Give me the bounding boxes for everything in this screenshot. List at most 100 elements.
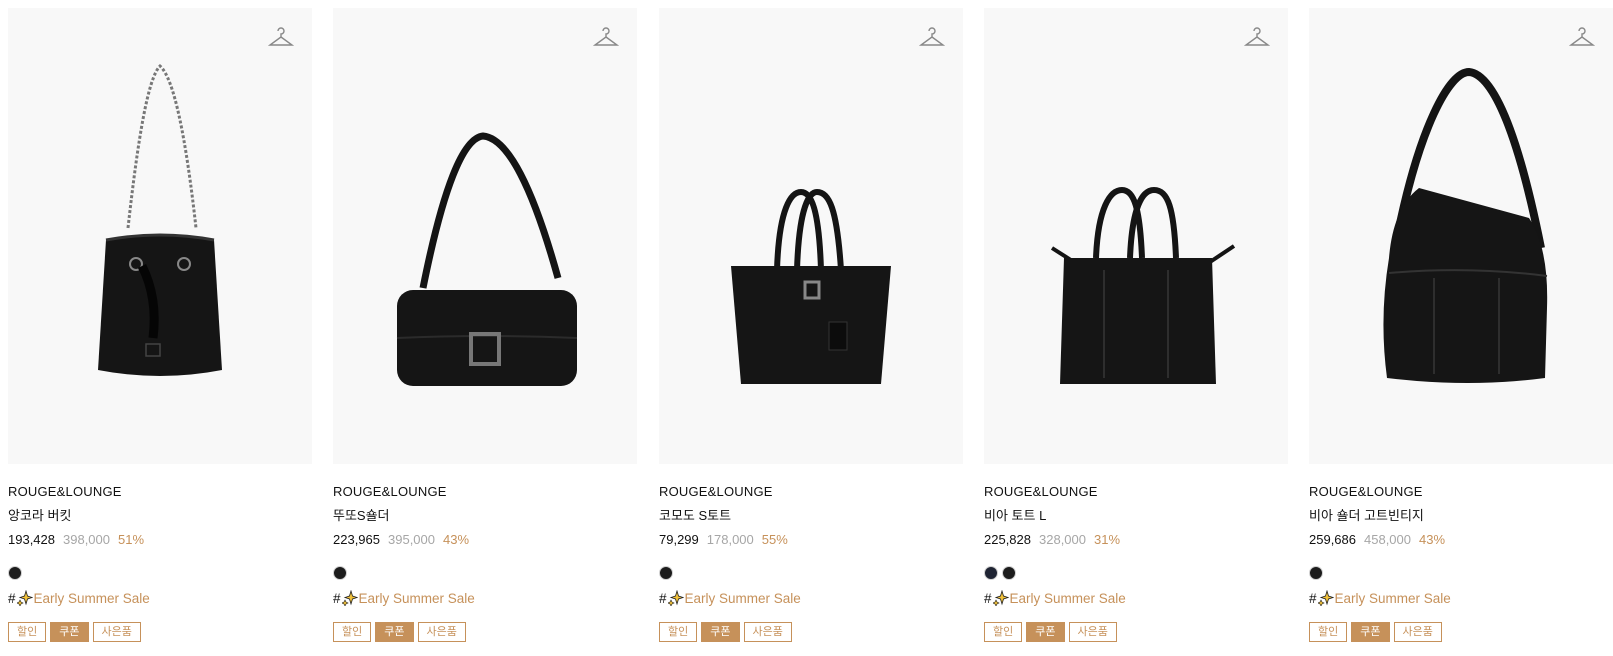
event-tag[interactable]: # Early Summer Sale [1309, 590, 1613, 608]
bucket-bag-image [98, 63, 222, 376]
hanger-icon[interactable] [1244, 24, 1270, 50]
large-tote-bag-image [1050, 186, 1236, 384]
discount-badge: 할인 [8, 622, 47, 642]
product-brand[interactable]: ROUGE&LOUNGE [333, 484, 637, 500]
badge-list: 할인 쿠폰 사은품 [8, 622, 312, 644]
discount-badge: 할인 [984, 622, 1023, 642]
event-label: Early Summer Sale [358, 591, 475, 606]
product-image[interactable] [8, 8, 312, 464]
coupon-badge: 쿠폰 [701, 622, 740, 642]
color-swatch[interactable] [1309, 566, 1323, 580]
color-swatch[interactable] [984, 566, 998, 580]
gift-badge: 사은품 [1393, 622, 1442, 642]
discount-badge: 할인 [659, 622, 698, 642]
color-swatches [8, 566, 312, 582]
product-grid: ROUGE&LOUNGE 앙코라 버킷 193,428 398,000 51% # E… [0, 0, 1613, 656]
coupon-badge: 쿠폰 [1026, 622, 1065, 642]
discount-rate: 55% [761, 532, 788, 547]
product-card[interactable]: ROUGE&LOUNGE 뚜또S숄더 223,965 395,000 43% # Ea… [333, 8, 637, 644]
original-price: 458,000 [1364, 532, 1411, 547]
color-swatch[interactable] [659, 566, 673, 580]
discount-rate: 43% [443, 532, 470, 547]
event-tag[interactable]: # Early Summer Sale [659, 590, 963, 608]
product-image[interactable] [984, 8, 1288, 464]
product-name[interactable]: 뚜또S숄더 [333, 508, 637, 524]
event-tag[interactable]: # Early Summer Sale [333, 590, 637, 608]
product-image[interactable] [659, 8, 963, 464]
sale-price: 259,686 [1309, 532, 1356, 547]
price-row: 225,828 328,000 31% [984, 532, 1288, 548]
hashtag-symbol: # [984, 591, 992, 606]
color-swatch[interactable] [8, 566, 22, 580]
hashtag-symbol: # [333, 591, 341, 606]
color-swatch[interactable] [1002, 566, 1016, 580]
product-brand[interactable]: ROUGE&LOUNGE [984, 484, 1288, 500]
color-swatches [659, 566, 963, 582]
sparkle-icon [992, 590, 1009, 606]
tote-bag-image [731, 188, 891, 384]
color-swatches [333, 566, 637, 582]
hanger-icon[interactable] [919, 24, 945, 50]
product-name[interactable]: 비아 토트 L [984, 508, 1288, 524]
sparkle-icon [341, 590, 358, 606]
color-swatches [1309, 566, 1613, 582]
badge-list: 할인 쿠폰 사은품 [984, 622, 1288, 644]
event-label: Early Summer Sale [33, 591, 150, 606]
price-row: 223,965 395,000 43% [333, 532, 637, 548]
color-swatches [984, 566, 1288, 582]
coupon-badge: 쿠폰 [50, 622, 89, 642]
product-card[interactable]: ROUGE&LOUNGE 앙코라 버킷 193,428 398,000 51% # E… [8, 8, 312, 644]
sparkle-icon [16, 590, 33, 606]
gift-badge: 사은품 [92, 622, 141, 642]
hashtag-symbol: # [659, 591, 667, 606]
product-brand[interactable]: ROUGE&LOUNGE [659, 484, 963, 500]
sparkle-icon [1317, 590, 1334, 606]
original-price: 398,000 [63, 532, 110, 547]
discount-badge: 할인 [333, 622, 372, 642]
sparkle-icon [667, 590, 684, 606]
discount-rate: 51% [118, 532, 145, 547]
hanger-icon[interactable] [268, 24, 294, 50]
product-name[interactable]: 앙코라 버킷 [8, 508, 312, 524]
badge-list: 할인 쿠폰 사은품 [659, 622, 963, 644]
product-brand[interactable]: ROUGE&LOUNGE [1309, 484, 1613, 500]
original-price: 178,000 [706, 532, 754, 547]
product-image[interactable] [1309, 8, 1613, 464]
hashtag-symbol: # [1309, 591, 1317, 606]
gift-badge: 사은품 [743, 622, 792, 642]
sale-price: 79,299 [659, 532, 699, 547]
sale-price: 193,428 [8, 532, 55, 547]
shoulder-bag-image [396, 132, 578, 386]
price-row: 193,428 398,000 51% [8, 532, 312, 548]
discount-rate: 43% [1419, 532, 1446, 547]
event-tag[interactable]: # Early Summer Sale [984, 590, 1288, 608]
product-card[interactable]: ROUGE&LOUNGE 비아 토트 L 225,828 328,000 31% #… [984, 8, 1288, 644]
hashtag-symbol: # [8, 591, 16, 606]
color-swatch[interactable] [333, 566, 347, 580]
gift-badge: 사은품 [1068, 622, 1117, 642]
hanger-icon[interactable] [1569, 24, 1595, 50]
product-card[interactable]: ROUGE&LOUNGE 코모도 S토트 79,299 178,000 55% # E… [659, 8, 963, 644]
sale-price: 223,965 [333, 532, 380, 547]
price-row: 259,686 458,000 43% [1309, 532, 1613, 548]
event-label: Early Summer Sale [1334, 591, 1451, 606]
sale-price: 225,828 [984, 532, 1031, 547]
coupon-badge: 쿠폰 [375, 622, 414, 642]
event-tag[interactable]: # Early Summer Sale [8, 590, 312, 608]
hanger-icon[interactable] [593, 24, 619, 50]
product-card[interactable]: ROUGE&LOUNGE 비아 숄더 고트빈티지 259,686 458,000 4… [1309, 8, 1613, 644]
product-image[interactable] [333, 8, 637, 464]
product-name[interactable]: 코모도 S토트 [659, 508, 963, 524]
badge-list: 할인 쿠폰 사은품 [333, 622, 637, 644]
discount-badge: 할인 [1309, 622, 1348, 642]
product-brand[interactable]: ROUGE&LOUNGE [8, 484, 312, 500]
original-price: 328,000 [1039, 532, 1086, 547]
event-label: Early Summer Sale [1009, 591, 1126, 606]
badge-list: 할인 쿠폰 사은품 [1309, 622, 1613, 644]
hobo-shoulder-bag-image [1383, 67, 1548, 383]
product-name[interactable]: 비아 숄더 고트빈티지 [1309, 508, 1613, 524]
original-price: 395,000 [388, 532, 435, 547]
gift-badge: 사은품 [417, 622, 466, 642]
discount-rate: 31% [1094, 532, 1121, 547]
price-row: 79,299 178,000 55% [659, 532, 963, 548]
